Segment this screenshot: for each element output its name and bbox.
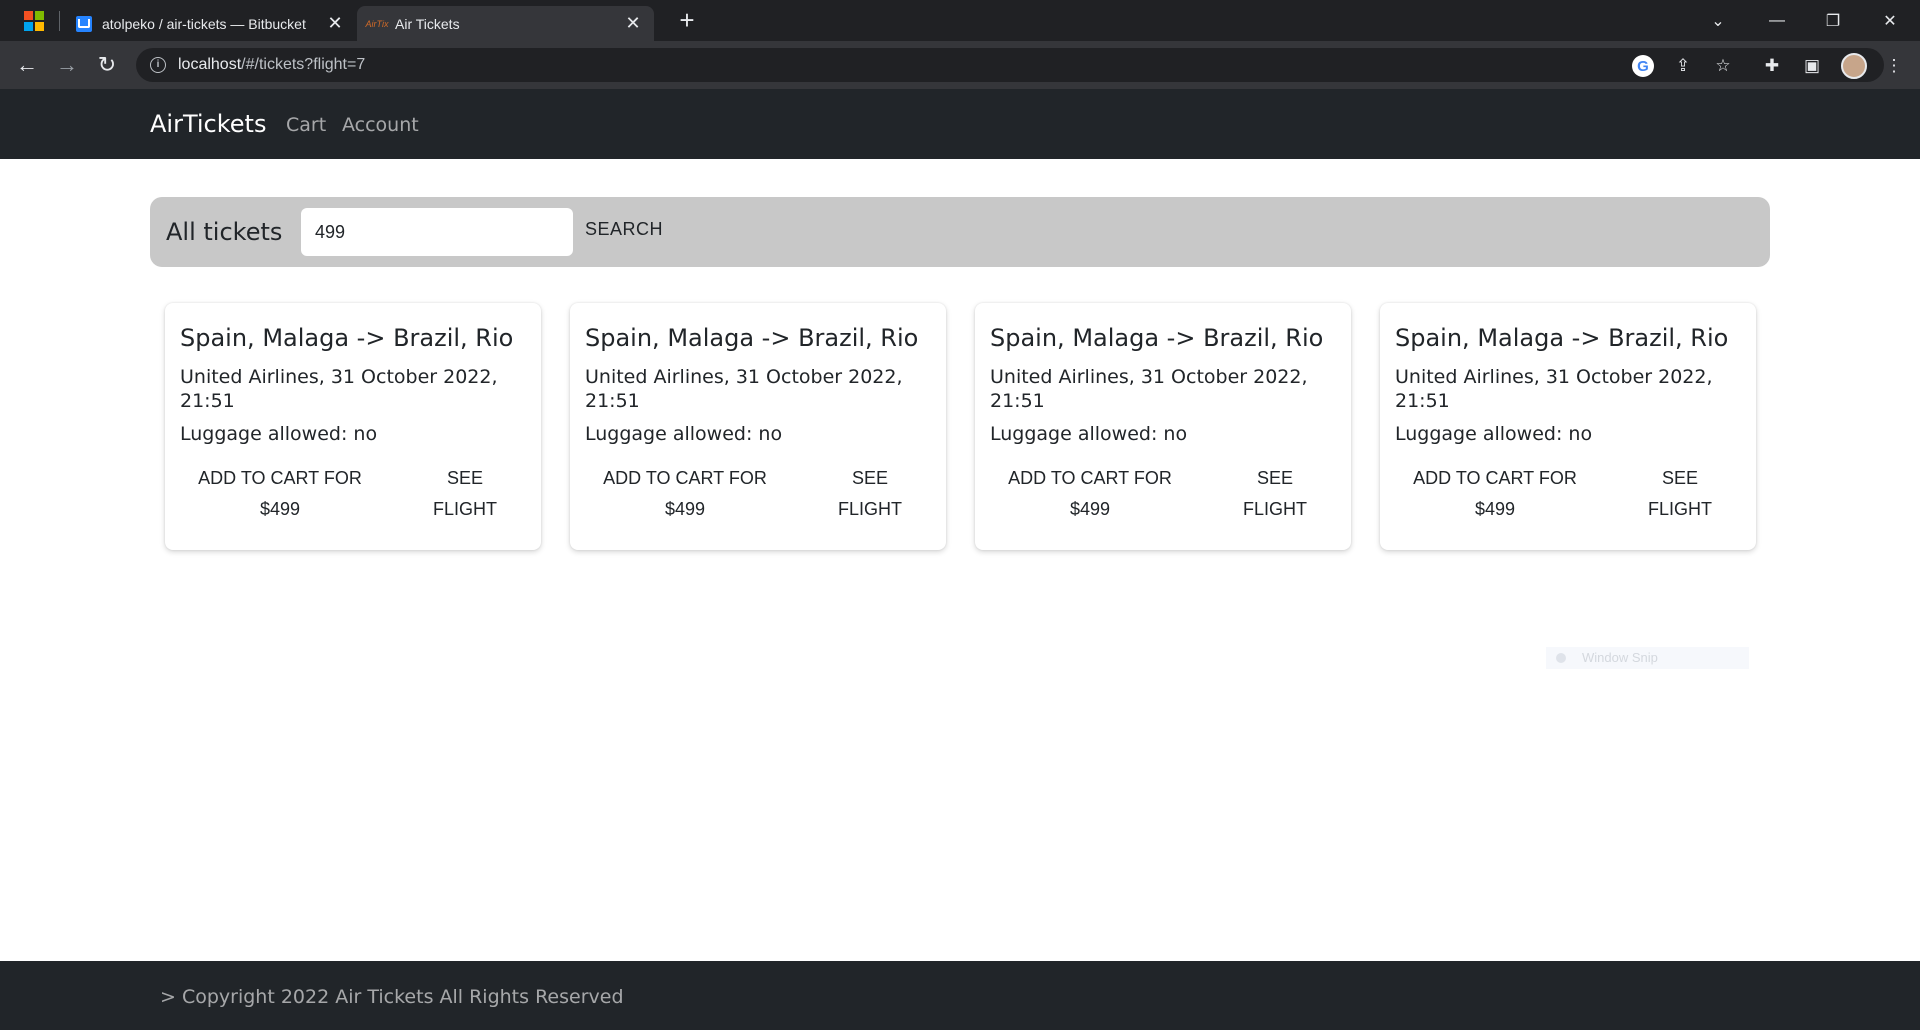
- profile-avatar-icon[interactable]: [1841, 53, 1867, 79]
- ticket-card: Spain, Malaga -> Brazil, Rio United Airl…: [975, 303, 1351, 550]
- ticket-airline-date: United Airlines, 31 October 2022, 21:51: [180, 366, 498, 412]
- close-window-icon[interactable]: ✕: [1862, 0, 1918, 41]
- ticket-route: Spain, Malaga -> Brazil, Rio: [1395, 324, 1729, 352]
- ticket-luggage: Luggage allowed: no: [1395, 423, 1593, 445]
- add-to-cart-button[interactable]: ADD TO CART FOR $499: [1405, 463, 1585, 525]
- page-title: All tickets: [166, 218, 283, 246]
- ticket-luggage: Luggage allowed: no: [180, 423, 378, 445]
- ticket-luggage: Luggage allowed: no: [990, 423, 1188, 445]
- share-icon[interactable]: ⇪: [1672, 55, 1694, 77]
- add-to-cart-button[interactable]: ADD TO CART FOR $499: [190, 463, 370, 525]
- bookmark-star-icon[interactable]: ☆: [1712, 55, 1734, 77]
- see-flight-button[interactable]: SEE FLIGHT: [835, 463, 905, 525]
- new-tab-icon[interactable]: +: [673, 6, 701, 34]
- ticket-search-bar: All tickets SEARCH: [150, 197, 1770, 267]
- extensions-icon[interactable]: ✚: [1761, 55, 1783, 77]
- url-text[interactable]: localhost/#/tickets?flight=7: [178, 56, 365, 74]
- ticket-luggage: Luggage allowed: no: [585, 423, 783, 445]
- brand-logo[interactable]: AirTickets: [150, 110, 266, 138]
- tab-title: atolpeko / air-tickets — Bitbucket: [102, 15, 306, 32]
- reload-icon[interactable]: ↻: [93, 51, 121, 79]
- app-navbar: AirTickets Cart Account: [0, 89, 1920, 159]
- back-icon[interactable]: ←: [13, 51, 41, 79]
- add-to-cart-button[interactable]: ADD TO CART FOR $499: [1000, 463, 1180, 525]
- ticket-card: Spain, Malaga -> Brazil, Rio United Airl…: [165, 303, 541, 550]
- ticket-route: Spain, Malaga -> Brazil, Rio: [585, 324, 919, 352]
- menu-kebab-icon[interactable]: ⋮: [1883, 55, 1905, 77]
- search-input[interactable]: [301, 208, 573, 256]
- see-flight-button[interactable]: SEE FLIGHT: [1240, 463, 1310, 525]
- search-button[interactable]: SEARCH: [585, 219, 663, 240]
- ticket-route: Spain, Malaga -> Brazil, Rio: [990, 324, 1324, 352]
- restore-icon[interactable]: ❐: [1805, 0, 1861, 41]
- ticket-card: Spain, Malaga -> Brazil, Rio United Airl…: [1380, 303, 1756, 550]
- browser-toolbar: ← → ↻ i localhost/#/tickets?flight=7 G ⇪…: [0, 41, 1920, 89]
- address-bar[interactable]: i localhost/#/tickets?flight=7: [136, 48, 1884, 82]
- browser-tabstrip: atolpeko / air-tickets — Bitbucket ✕ Air…: [0, 0, 1920, 41]
- tab-title: Air Tickets: [395, 15, 460, 32]
- site-info-icon[interactable]: i: [150, 57, 166, 73]
- minimize-icon[interactable]: —: [1749, 0, 1805, 41]
- side-panel-icon[interactable]: ▣: [1801, 55, 1823, 77]
- see-flight-button[interactable]: SEE FLIGHT: [1645, 463, 1715, 525]
- see-flight-button[interactable]: SEE FLIGHT: [430, 463, 500, 525]
- nav-link-cart[interactable]: Cart: [286, 114, 326, 136]
- add-to-cart-button[interactable]: ADD TO CART FOR $499: [595, 463, 775, 525]
- ticket-card: Spain, Malaga -> Brazil, Rio United Airl…: [570, 303, 946, 550]
- tab-search-chevron-icon[interactable]: ⌄: [1690, 0, 1746, 41]
- close-tab-icon[interactable]: ✕: [624, 13, 642, 34]
- bitbucket-icon: [76, 15, 92, 32]
- nav-link-account[interactable]: Account: [342, 114, 419, 136]
- tab-bitbucket[interactable]: atolpeko / air-tickets — Bitbucket ✕: [64, 6, 356, 41]
- window-snip-overlay: Window Snip: [1546, 647, 1749, 669]
- ticket-airline-date: United Airlines, 31 October 2022, 21:51: [1395, 366, 1713, 412]
- ticket-airline-date: United Airlines, 31 October 2022, 21:51: [585, 366, 903, 412]
- airtickets-icon: AirTix: [365, 18, 389, 29]
- copyright-text: > Copyright 2022 Air Tickets All Rights …: [160, 986, 624, 1008]
- tab-air-tickets[interactable]: AirTix Air Tickets ✕: [357, 6, 654, 41]
- app-footer: > Copyright 2022 Air Tickets All Rights …: [0, 961, 1920, 1030]
- ticket-route: Spain, Malaga -> Brazil, Rio: [180, 324, 514, 352]
- windows-logo-icon[interactable]: [24, 11, 44, 31]
- tab-separator: [59, 11, 60, 31]
- forward-icon[interactable]: →: [53, 51, 81, 79]
- google-icon[interactable]: G: [1632, 55, 1654, 77]
- close-tab-icon[interactable]: ✕: [326, 13, 344, 34]
- ticket-airline-date: United Airlines, 31 October 2022, 21:51: [990, 366, 1308, 412]
